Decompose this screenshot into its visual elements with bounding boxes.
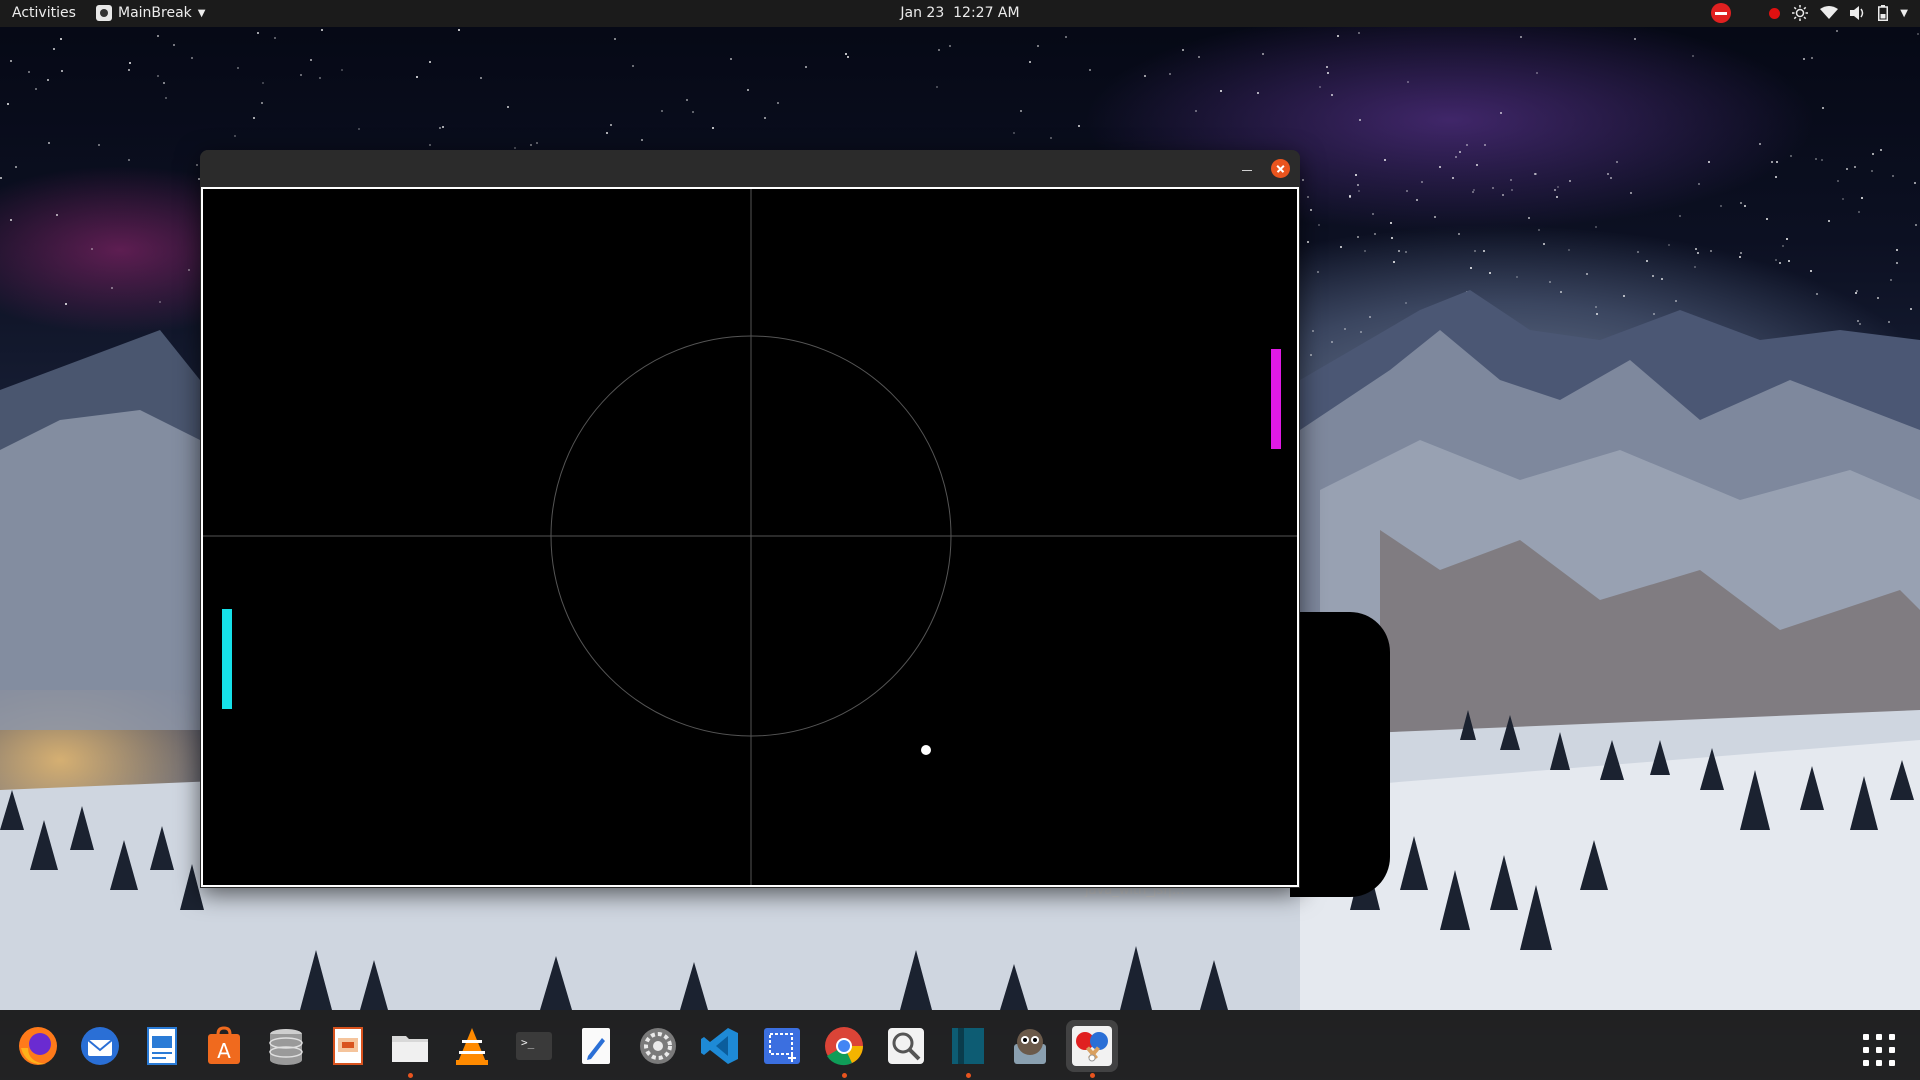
- netbeans-icon: [952, 1028, 984, 1064]
- dock-app-screenshot[interactable]: [756, 1020, 808, 1072]
- database-icon: [269, 1029, 303, 1065]
- dock-app-files[interactable]: [384, 1020, 436, 1078]
- right-paddle: [1271, 349, 1281, 449]
- dock-app-thunderbird[interactable]: [74, 1020, 126, 1072]
- vlc-icon: [456, 1028, 488, 1065]
- settings-icon: [640, 1028, 676, 1064]
- recording-icon[interactable]: [1769, 7, 1781, 19]
- clock-container: Jan 23 12:27 AM: [0, 5, 1920, 21]
- dock-app-chrome[interactable]: [818, 1020, 870, 1078]
- running-indicator: [966, 1073, 971, 1078]
- app-menu[interactable]: MainBreak ▼: [96, 5, 205, 21]
- dock: A >_: [0, 1010, 1920, 1080]
- thunderbird-icon: [81, 1027, 119, 1065]
- activities-button[interactable]: Activities: [12, 5, 76, 21]
- writer-icon: [147, 1027, 177, 1065]
- svg-text:>_: >_: [521, 1036, 535, 1049]
- close-icon[interactable]: [1271, 159, 1290, 178]
- volume-icon: [1850, 6, 1864, 20]
- dock-app-software[interactable]: A: [198, 1020, 250, 1072]
- svg-text:A: A: [217, 1039, 231, 1063]
- window-titlebar[interactable]: [200, 150, 1300, 187]
- magnifier-icon: [888, 1028, 924, 1064]
- dock-app-pong[interactable]: [1066, 1020, 1118, 1078]
- game-canvas[interactable]: [201, 187, 1299, 887]
- dock-app-text-editor[interactable]: [570, 1020, 622, 1072]
- software-center-icon: A: [208, 1026, 240, 1064]
- dock-app-search[interactable]: [880, 1020, 932, 1072]
- dock-app-firefox[interactable]: [12, 1020, 64, 1072]
- game-window[interactable]: [200, 150, 1300, 888]
- running-indicator: [842, 1073, 847, 1078]
- impress-icon: [333, 1027, 363, 1065]
- app-icon: [96, 5, 112, 21]
- text-editor-icon: [582, 1028, 610, 1064]
- ball: [921, 745, 931, 755]
- system-menu-chevron-icon[interactable]: ▼: [1900, 8, 1908, 19]
- terminal-icon: >_: [516, 1032, 552, 1060]
- wifi-icon: [1820, 6, 1839, 19]
- dock-app-gimp[interactable]: [1004, 1020, 1056, 1072]
- dock-app-writer[interactable]: [136, 1020, 188, 1072]
- minimize-icon[interactable]: [1240, 160, 1254, 174]
- running-indicator: [1090, 1073, 1095, 1078]
- gimp-icon: [1014, 1029, 1046, 1064]
- brightness-icon: [1792, 5, 1809, 21]
- battery-icon: [1878, 5, 1889, 21]
- caret-down-icon: ▼: [197, 7, 206, 19]
- dock-app-terminal[interactable]: >_: [508, 1020, 560, 1072]
- background-window[interactable]: [1290, 612, 1390, 897]
- pong-field: [203, 189, 1297, 885]
- files-icon: [392, 1036, 428, 1062]
- app-menu-label: MainBreak: [118, 5, 192, 21]
- ping-pong-icon: [1072, 1026, 1112, 1066]
- left-paddle: [222, 609, 232, 709]
- running-indicator: [408, 1073, 413, 1078]
- dock-app-impress[interactable]: [322, 1020, 374, 1072]
- screenshot-icon: [764, 1028, 800, 1064]
- clock[interactable]: Jan 23 12:27 AM: [900, 5, 1019, 21]
- dock-app-vscode[interactable]: [694, 1020, 746, 1072]
- dock-app-database[interactable]: [260, 1020, 312, 1072]
- system-tray[interactable]: ▼: [1711, 3, 1908, 23]
- chrome-icon: [825, 1027, 863, 1066]
- dock-app-settings[interactable]: [632, 1020, 684, 1072]
- firefox-icon: [19, 1027, 57, 1065]
- do-not-disturb-icon[interactable]: [1711, 3, 1732, 23]
- vscode-icon: [701, 1028, 738, 1064]
- show-applications-grid-icon[interactable]: [1863, 1034, 1899, 1070]
- top-bar: Activities MainBreak ▼ Jan 23 12:27 AM ▼: [0, 0, 1920, 27]
- dock-app-netbeans[interactable]: [942, 1020, 994, 1078]
- dock-app-vlc[interactable]: [446, 1020, 498, 1072]
